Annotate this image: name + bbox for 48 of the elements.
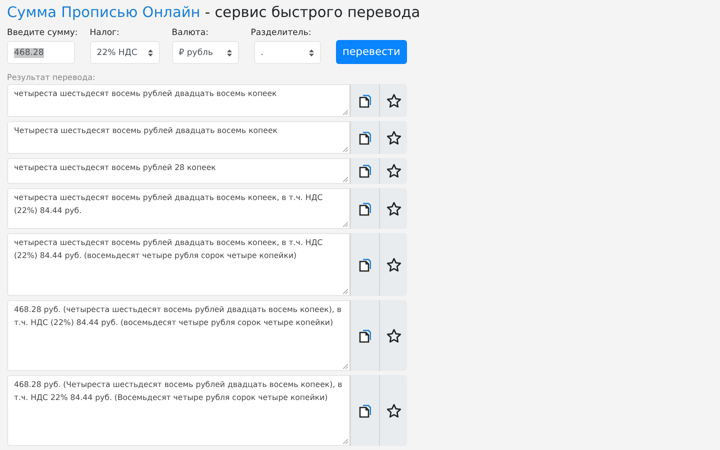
site-tagline: - сервис быстрого перевода bbox=[204, 5, 420, 21]
star-icon bbox=[386, 256, 402, 272]
resize-grip-icon[interactable] bbox=[343, 110, 348, 115]
favorite-button[interactable] bbox=[379, 158, 407, 184]
amount-label: Введите сумму: bbox=[7, 28, 78, 38]
result-label: Результат перевода: bbox=[7, 73, 96, 82]
favorite-button[interactable] bbox=[379, 188, 407, 229]
dropdown[interactable]: ₽ рубль bbox=[172, 41, 239, 64]
site-name[interactable]: Сумма Прописью Онлайн bbox=[7, 5, 200, 21]
resize-grip-icon[interactable] bbox=[343, 289, 348, 294]
star-icon bbox=[386, 200, 402, 216]
amount-field[interactable]: 468.28 bbox=[7, 41, 75, 64]
copy-icon bbox=[359, 164, 371, 178]
select-label: Налог: bbox=[90, 28, 120, 38]
star-icon bbox=[386, 92, 402, 108]
favorite-button[interactable] bbox=[379, 233, 407, 296]
resize-grip-icon[interactable] bbox=[343, 177, 348, 182]
star-icon bbox=[386, 328, 402, 344]
copy-button[interactable] bbox=[350, 188, 379, 229]
resize-grip-icon[interactable] bbox=[343, 364, 348, 369]
copy-button[interactable] bbox=[350, 233, 379, 296]
dropdown-arrows-icon bbox=[308, 48, 314, 56]
dropdown-arrows-icon bbox=[148, 48, 153, 56]
dropdown[interactable]: . bbox=[254, 41, 321, 64]
favorite-button[interactable] bbox=[379, 300, 407, 371]
copy-icon bbox=[359, 404, 371, 418]
copy-button[interactable] bbox=[350, 158, 379, 184]
resize-grip-icon[interactable] bbox=[343, 439, 348, 444]
star-icon bbox=[386, 130, 402, 146]
copy-button[interactable] bbox=[350, 84, 379, 117]
translate-button[interactable]: перевести bbox=[336, 40, 407, 64]
star-icon bbox=[386, 402, 402, 418]
copy-button[interactable] bbox=[350, 121, 379, 154]
resize-grip-icon[interactable] bbox=[343, 147, 348, 152]
copy-icon bbox=[359, 202, 371, 216]
dropdown[interactable]: 22% НДС bbox=[90, 41, 160, 64]
copy-icon bbox=[359, 94, 371, 108]
select-label: Разделитель: bbox=[250, 28, 312, 38]
copy-icon bbox=[359, 328, 371, 342]
copy-icon bbox=[359, 130, 371, 144]
resize-grip-icon[interactable] bbox=[343, 222, 348, 227]
favorite-button[interactable] bbox=[379, 84, 407, 117]
copy-icon bbox=[359, 258, 371, 272]
favorite-button[interactable] bbox=[379, 375, 407, 446]
star-icon bbox=[386, 163, 402, 179]
favorite-button[interactable] bbox=[379, 121, 407, 154]
dropdown-arrows-icon bbox=[226, 48, 232, 56]
select-label: Валюта: bbox=[172, 28, 210, 38]
